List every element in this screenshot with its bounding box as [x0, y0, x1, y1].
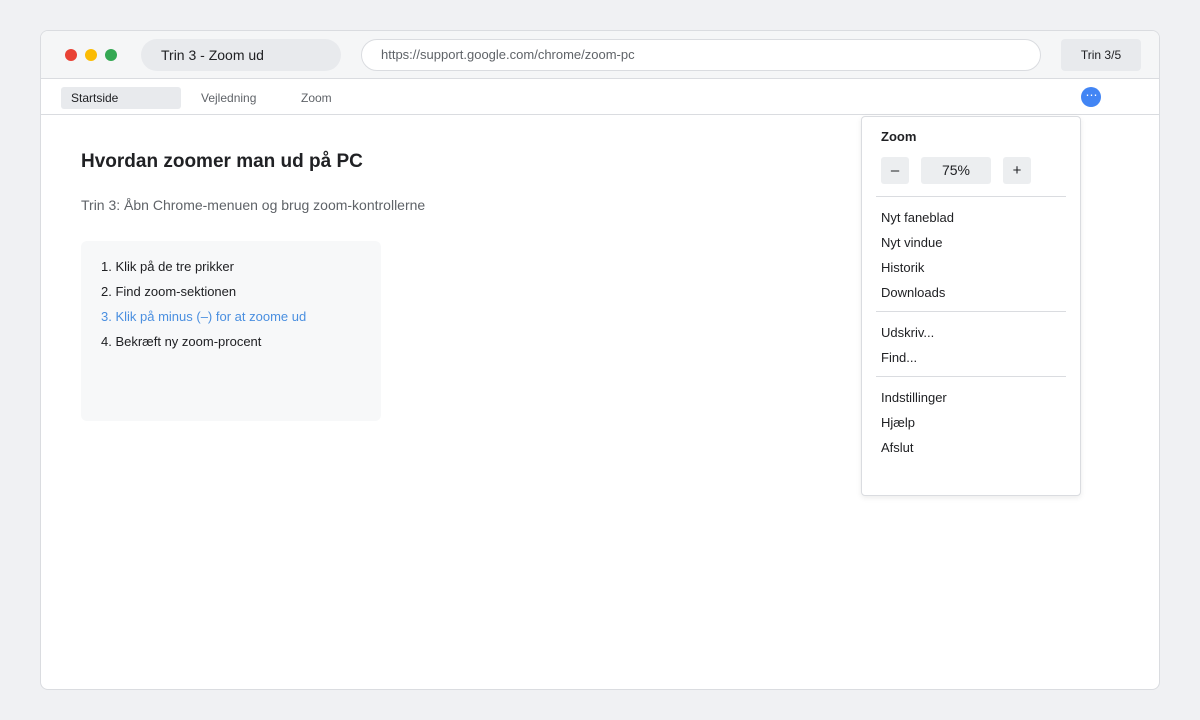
nav-item-startside[interactable]: Startside [61, 87, 181, 109]
menu-item-print[interactable]: Udskriv... [881, 325, 934, 340]
page-subtitle: Trin 3: Åbn Chrome-menuen og brug zoom-k… [81, 197, 426, 213]
chrome-menu-dropdown: Zoom – 75% + Nyt faneblad Nyt vindue His… [861, 116, 1081, 496]
three-dots-icon[interactable]: ⋯ [1081, 87, 1101, 107]
address-bar[interactable]: https://support.google.com/chrome/zoom-p… [361, 39, 1041, 71]
menu-divider [876, 376, 1066, 377]
minimize-dot-icon[interactable] [85, 49, 97, 61]
nav-item-zoom[interactable]: Zoom [301, 87, 332, 109]
list-item: 2. Find zoom-sektionen [101, 284, 237, 299]
menu-item-new-tab[interactable]: Nyt faneblad [881, 210, 954, 225]
maximize-dot-icon[interactable] [105, 49, 117, 61]
menu-item-help[interactable]: Hjælp [881, 415, 915, 430]
page-title: Hvordan zoomer man ud på PC [81, 151, 363, 172]
menu-divider [876, 311, 1066, 312]
nav-item-vejledning[interactable]: Vejledning [201, 87, 256, 109]
zoom-in-button[interactable]: + [1003, 157, 1031, 184]
title-bar: Trin 3 - Zoom ud https://support.google.… [41, 31, 1159, 79]
menu-item-settings[interactable]: Indstillinger [881, 390, 947, 405]
list-item: 4. Bekræft ny zoom-procent [101, 334, 262, 349]
list-item: 1. Klik på de tre prikker [101, 259, 234, 274]
steps-list: 1. Klik på de tre prikker 2. Find zoom-s… [81, 241, 381, 421]
page-nav-bar: Startside Vejledning Zoom ⋯ [41, 79, 1159, 115]
zoom-section-title: Zoom [881, 129, 917, 144]
list-item-current: 3. Klik på minus (–) for at zoome ud [101, 309, 307, 324]
browser-tab[interactable]: Trin 3 - Zoom ud [141, 39, 341, 71]
close-dot-icon[interactable] [65, 49, 77, 61]
zoom-out-button[interactable]: – [881, 157, 909, 184]
menu-divider [876, 196, 1066, 197]
menu-item-downloads[interactable]: Downloads [881, 285, 945, 300]
menu-item-find[interactable]: Find... [881, 350, 917, 365]
browser-window: Trin 3 - Zoom ud https://support.google.… [40, 30, 1160, 690]
menu-item-new-window[interactable]: Nyt vindue [881, 235, 942, 250]
zoom-level-value: 75% [921, 157, 991, 184]
step-counter-badge: Trin 3/5 [1061, 39, 1141, 71]
menu-item-exit[interactable]: Afslut [881, 440, 914, 455]
menu-item-history[interactable]: Historik [881, 260, 924, 275]
